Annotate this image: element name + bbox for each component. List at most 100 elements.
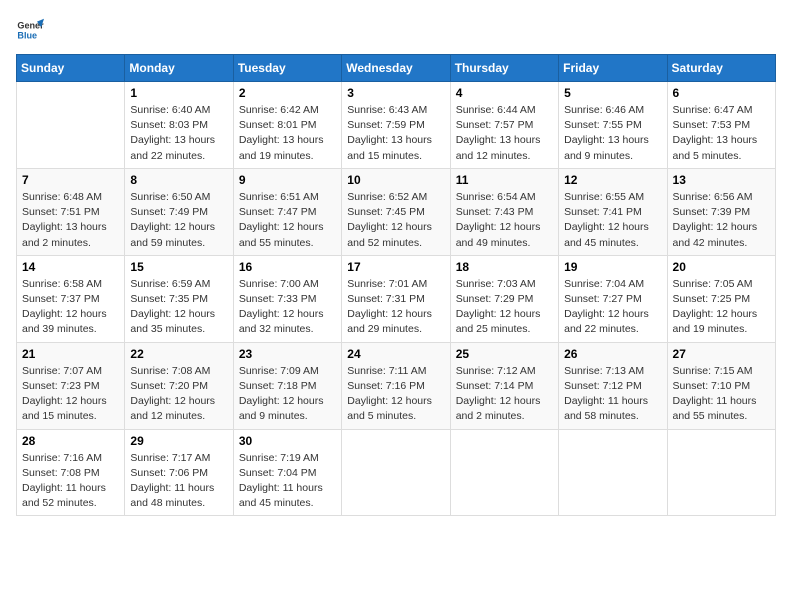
calendar-header-row: SundayMondayTuesdayWednesdayThursdayFrid… <box>17 55 776 82</box>
calendar-cell: 27 Sunrise: 7:15 AMSunset: 7:10 PMDayligh… <box>667 342 775 429</box>
day-info: Sunrise: 7:04 AMSunset: 7:27 PMDaylight:… <box>564 277 661 338</box>
day-info: Sunrise: 6:48 AMSunset: 7:51 PMDaylight:… <box>22 190 119 251</box>
calendar-cell: 8Sunrise: 6:50 AMSunset: 7:49 PMDaylight… <box>125 168 233 255</box>
day-number: 2 <box>239 86 336 100</box>
calendar-cell: 17 Sunrise: 7:01 AMSunset: 7:31 PMDayligh… <box>342 255 450 342</box>
col-header-tuesday: Tuesday <box>233 55 341 82</box>
calendar-cell: 23 Sunrise: 7:09 AMSunset: 7:18 PMDayligh… <box>233 342 341 429</box>
day-number: 30 <box>239 434 336 448</box>
day-number: 18 <box>456 260 553 274</box>
calendar-cell: 4 Sunrise: 6:44 AMSunset: 7:57 PMDaylight… <box>450 82 558 169</box>
day-info: Sunrise: 6:56 AMSunset: 7:39 PMDaylight:… <box>673 190 770 251</box>
day-info: Sunrise: 7:08 AMSunset: 7:20 PMDaylight:… <box>130 364 227 425</box>
calendar-cell <box>450 429 558 516</box>
calendar-cell: 9 Sunrise: 6:51 AMSunset: 7:47 PMDaylight… <box>233 168 341 255</box>
day-number: 14 <box>22 260 119 274</box>
calendar-cell: 21 Sunrise: 7:07 AMSunset: 7:23 PMDayligh… <box>17 342 125 429</box>
day-info: Sunrise: 6:44 AMSunset: 7:57 PMDaylight:… <box>456 103 553 164</box>
day-info: Sunrise: 6:59 AMSunset: 7:35 PMDaylight:… <box>130 277 227 338</box>
calendar-cell: 6Sunrise: 6:47 AMSunset: 7:53 PMDaylight… <box>667 82 775 169</box>
calendar-week-row: 14 Sunrise: 6:58 AMSunset: 7:37 PMDayligh… <box>17 255 776 342</box>
day-info: Sunrise: 6:40 AMSunset: 8:03 PMDaylight:… <box>130 103 227 164</box>
day-number: 15 <box>130 260 227 274</box>
day-number: 25 <box>456 347 553 361</box>
day-number: 7 <box>22 173 119 187</box>
calendar-cell: 16 Sunrise: 7:00 AMSunset: 7:33 PMDayligh… <box>233 255 341 342</box>
day-info: Sunrise: 7:07 AMSunset: 7:23 PMDaylight:… <box>22 364 119 425</box>
day-number: 5 <box>564 86 661 100</box>
day-info: Sunrise: 7:00 AMSunset: 7:33 PMDaylight:… <box>239 277 336 338</box>
day-info: Sunrise: 6:43 AMSunset: 7:59 PMDaylight:… <box>347 103 444 164</box>
day-info: Sunrise: 7:15 AMSunset: 7:10 PMDaylight:… <box>673 364 770 425</box>
day-number: 11 <box>456 173 553 187</box>
col-header-friday: Friday <box>559 55 667 82</box>
col-header-wednesday: Wednesday <box>342 55 450 82</box>
calendar-cell: 30 Sunrise: 7:19 AMSunset: 7:04 PMDayligh… <box>233 429 341 516</box>
calendar-cell: 12Sunrise: 6:55 AMSunset: 7:41 PMDayligh… <box>559 168 667 255</box>
day-info: Sunrise: 7:05 AMSunset: 7:25 PMDaylight:… <box>673 277 770 338</box>
calendar-cell <box>17 82 125 169</box>
day-info: Sunrise: 7:11 AMSunset: 7:16 PMDaylight:… <box>347 364 444 425</box>
svg-text:Blue: Blue <box>17 30 37 40</box>
calendar-cell: 11Sunrise: 6:54 AMSunset: 7:43 PMDayligh… <box>450 168 558 255</box>
day-number: 29 <box>130 434 227 448</box>
day-number: 22 <box>130 347 227 361</box>
calendar-week-row: 21 Sunrise: 7:07 AMSunset: 7:23 PMDayligh… <box>17 342 776 429</box>
day-info: Sunrise: 7:17 AMSunset: 7:06 PMDaylight:… <box>130 451 227 512</box>
day-number: 13 <box>673 173 770 187</box>
col-header-thursday: Thursday <box>450 55 558 82</box>
day-number: 21 <box>22 347 119 361</box>
day-number: 26 <box>564 347 661 361</box>
calendar-table: SundayMondayTuesdayWednesdayThursdayFrid… <box>16 54 776 516</box>
day-info: Sunrise: 6:58 AMSunset: 7:37 PMDaylight:… <box>22 277 119 338</box>
calendar-cell: 29 Sunrise: 7:17 AMSunset: 7:06 PMDayligh… <box>125 429 233 516</box>
calendar-cell: 14 Sunrise: 6:58 AMSunset: 7:37 PMDayligh… <box>17 255 125 342</box>
day-number: 19 <box>564 260 661 274</box>
day-number: 17 <box>347 260 444 274</box>
day-info: Sunrise: 7:01 AMSunset: 7:31 PMDaylight:… <box>347 277 444 338</box>
day-number: 24 <box>347 347 444 361</box>
day-number: 9 <box>239 173 336 187</box>
calendar-cell: 1Sunrise: 6:40 AMSunset: 8:03 PMDaylight… <box>125 82 233 169</box>
day-number: 6 <box>673 86 770 100</box>
calendar-cell: 13 Sunrise: 6:56 AMSunset: 7:39 PMDayligh… <box>667 168 775 255</box>
day-number: 12 <box>564 173 661 187</box>
calendar-cell: 15 Sunrise: 6:59 AMSunset: 7:35 PMDayligh… <box>125 255 233 342</box>
day-number: 3 <box>347 86 444 100</box>
page-header: General Blue <box>16 16 776 44</box>
col-header-saturday: Saturday <box>667 55 775 82</box>
calendar-cell: 24 Sunrise: 7:11 AMSunset: 7:16 PMDayligh… <box>342 342 450 429</box>
day-info: Sunrise: 7:19 AMSunset: 7:04 PMDaylight:… <box>239 451 336 512</box>
day-info: Sunrise: 7:12 AMSunset: 7:14 PMDaylight:… <box>456 364 553 425</box>
day-info: Sunrise: 6:42 AMSunset: 8:01 PMDaylight:… <box>239 103 336 164</box>
calendar-cell: 3 Sunrise: 6:43 AMSunset: 7:59 PMDaylight… <box>342 82 450 169</box>
calendar-cell: 22 Sunrise: 7:08 AMSunset: 7:20 PMDayligh… <box>125 342 233 429</box>
day-info: Sunrise: 7:09 AMSunset: 7:18 PMDaylight:… <box>239 364 336 425</box>
logo-icon: General Blue <box>16 16 44 44</box>
calendar-cell <box>559 429 667 516</box>
day-info: Sunrise: 7:03 AMSunset: 7:29 PMDaylight:… <box>456 277 553 338</box>
day-info: Sunrise: 6:50 AMSunset: 7:49 PMDaylight:… <box>130 190 227 251</box>
calendar-cell: 7 Sunrise: 6:48 AMSunset: 7:51 PMDaylight… <box>17 168 125 255</box>
day-number: 27 <box>673 347 770 361</box>
calendar-week-row: 28 Sunrise: 7:16 AMSunset: 7:08 PMDayligh… <box>17 429 776 516</box>
calendar-cell <box>667 429 775 516</box>
calendar-cell: 26Sunrise: 7:13 AMSunset: 7:12 PMDayligh… <box>559 342 667 429</box>
day-number: 20 <box>673 260 770 274</box>
day-number: 4 <box>456 86 553 100</box>
calendar-cell: 10Sunrise: 6:52 AMSunset: 7:45 PMDayligh… <box>342 168 450 255</box>
day-info: Sunrise: 6:46 AMSunset: 7:55 PMDaylight:… <box>564 103 661 164</box>
day-number: 10 <box>347 173 444 187</box>
day-number: 23 <box>239 347 336 361</box>
calendar-week-row: 7 Sunrise: 6:48 AMSunset: 7:51 PMDaylight… <box>17 168 776 255</box>
day-number: 16 <box>239 260 336 274</box>
day-number: 28 <box>22 434 119 448</box>
day-info: Sunrise: 7:16 AMSunset: 7:08 PMDaylight:… <box>22 451 119 512</box>
calendar-cell: 20 Sunrise: 7:05 AMSunset: 7:25 PMDayligh… <box>667 255 775 342</box>
calendar-cell: 19 Sunrise: 7:04 AMSunset: 7:27 PMDayligh… <box>559 255 667 342</box>
calendar-cell: 5 Sunrise: 6:46 AMSunset: 7:55 PMDaylight… <box>559 82 667 169</box>
calendar-cell: 25 Sunrise: 7:12 AMSunset: 7:14 PMDayligh… <box>450 342 558 429</box>
logo: General Blue <box>16 16 48 44</box>
day-info: Sunrise: 6:51 AMSunset: 7:47 PMDaylight:… <box>239 190 336 251</box>
calendar-week-row: 1Sunrise: 6:40 AMSunset: 8:03 PMDaylight… <box>17 82 776 169</box>
